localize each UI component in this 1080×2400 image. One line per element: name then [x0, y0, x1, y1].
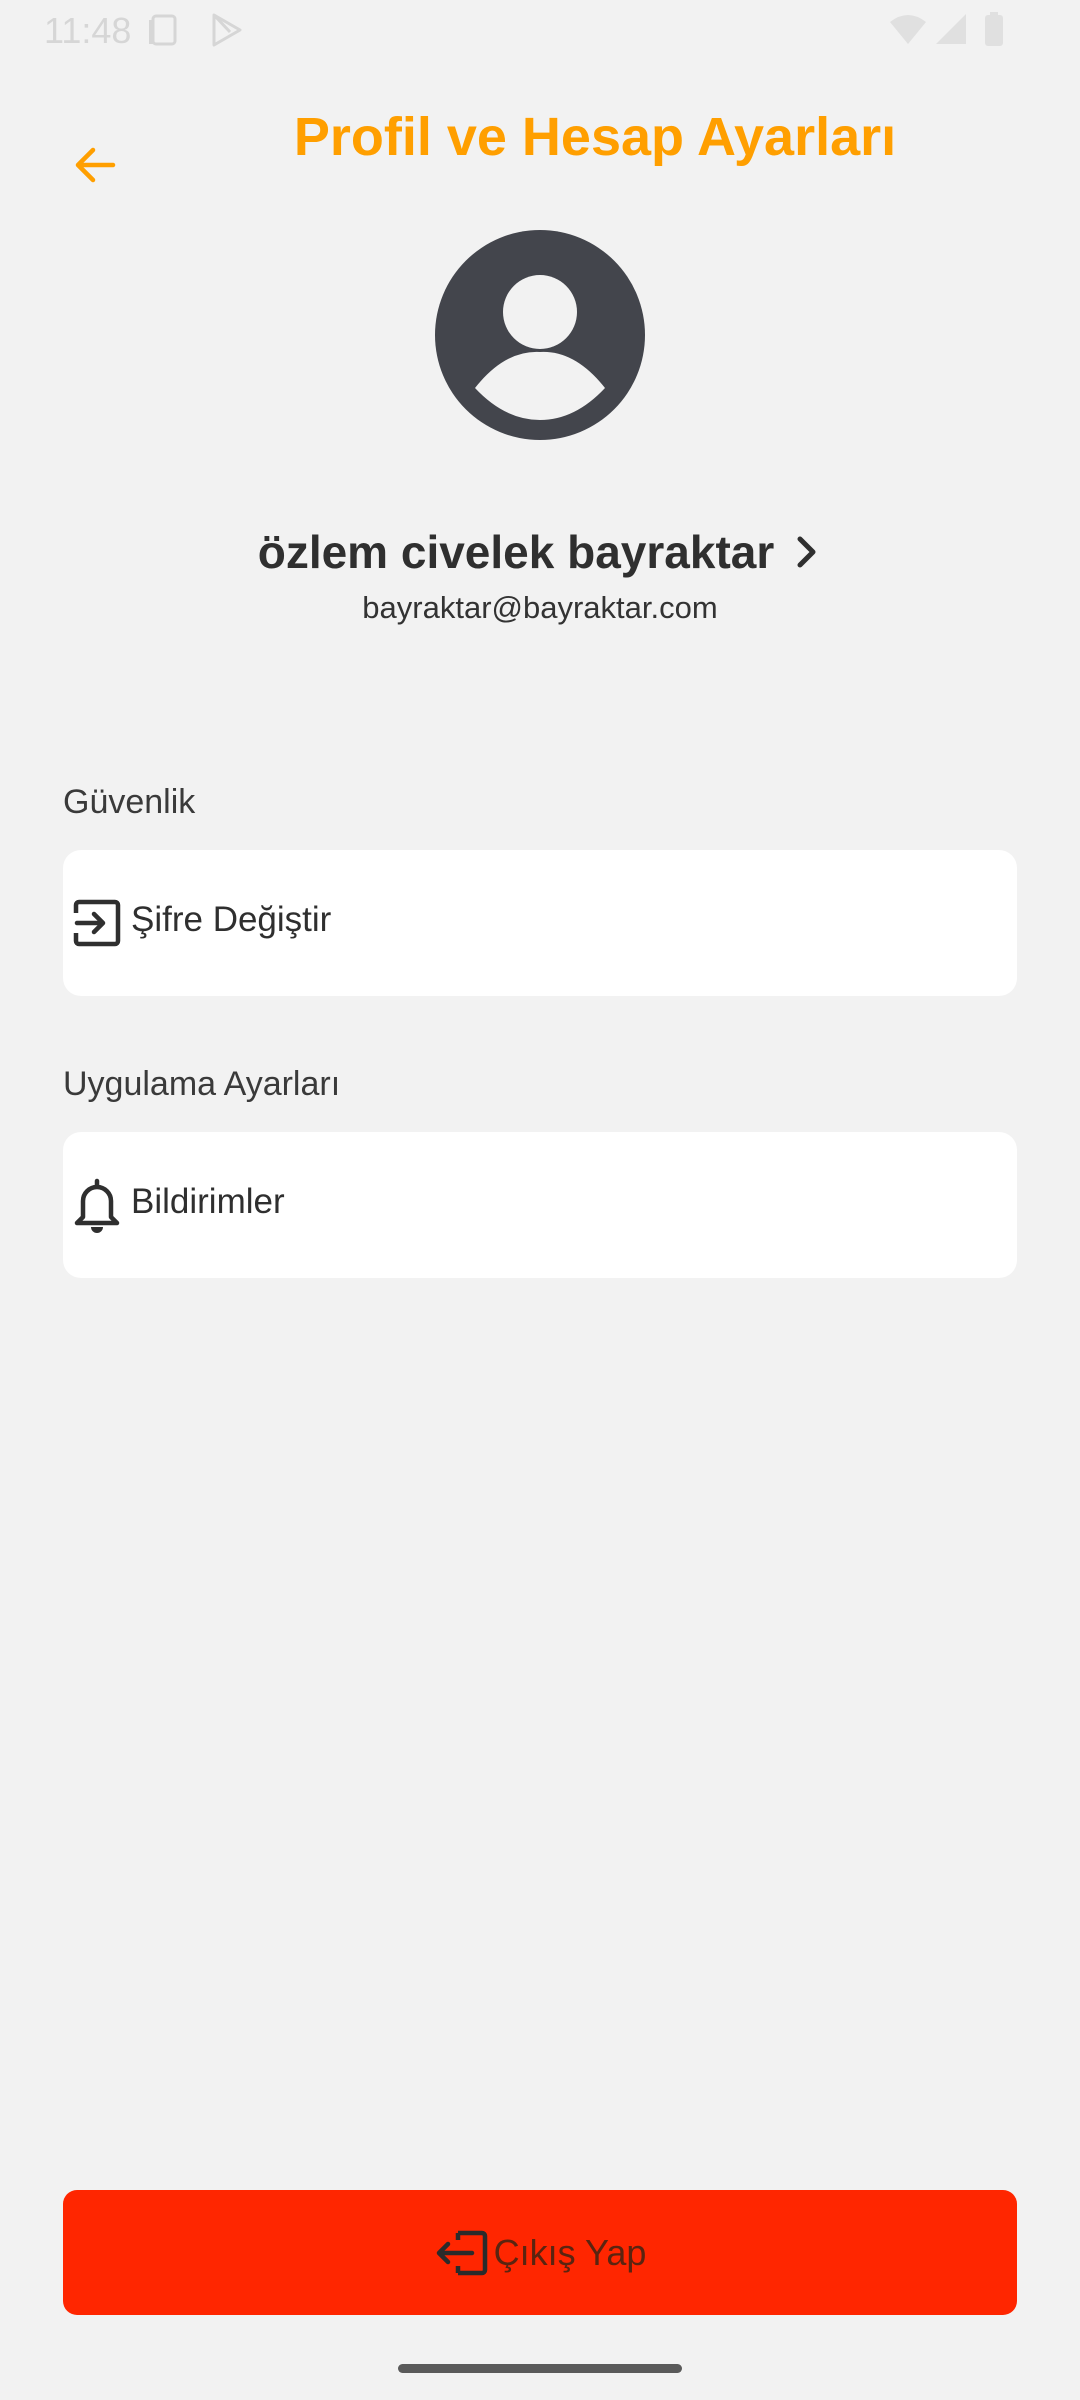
wifi-icon — [888, 12, 928, 53]
change-password-label: Şifre Değiştir — [131, 900, 332, 939]
change-password-item[interactable]: Şifre Değiştir — [63, 850, 1017, 996]
play-store-icon — [208, 12, 244, 53]
battery-icon — [984, 12, 1004, 53]
arrow-left-icon — [75, 147, 116, 183]
app-header: Profil ve Hesap Ayarları — [0, 80, 1080, 230]
logout-button[interactable]: Çıkış Yap — [63, 2190, 1017, 2315]
status-time: 11:48 — [44, 10, 132, 51]
logout-icon — [436, 2230, 487, 2275]
section-label-app-settings: Uygulama Ayarları — [63, 1065, 341, 1103]
signal-icon — [934, 12, 968, 53]
section-label-security: Güvenlik — [63, 783, 196, 821]
notifications-item[interactable]: Bildirimler — [63, 1132, 1017, 1278]
notifications-label: Bildirimler — [131, 1182, 285, 1221]
logout-label: Çıkış Yap — [493, 2231, 647, 2273]
profile-name-link[interactable]: özlem civelek bayraktar — [0, 525, 1080, 579]
bell-icon — [69, 1177, 125, 1233]
chevron-right-icon — [792, 534, 822, 570]
page-title: Profil ve Hesap Ayarları — [293, 107, 897, 167]
clipboard-icon — [146, 12, 182, 53]
avatar — [435, 230, 645, 440]
back-button[interactable] — [58, 128, 132, 202]
user-email: bayraktar@bayraktar.com — [362, 590, 718, 625]
user-name: özlem civelek bayraktar — [257, 526, 775, 578]
home-indicator[interactable] — [398, 2364, 682, 2373]
account-circle-icon — [435, 230, 645, 440]
login-icon — [69, 895, 125, 951]
status-bar: 11:48 — [0, 0, 1080, 62]
